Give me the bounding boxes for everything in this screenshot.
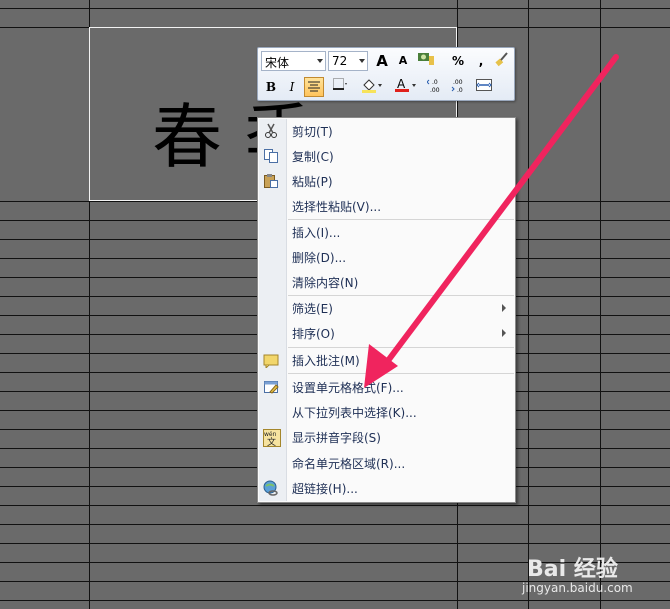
comma-icon: , bbox=[478, 54, 484, 68]
submenu-arrow-icon bbox=[502, 329, 506, 337]
increase-decimal-icon: .0.00 bbox=[426, 79, 440, 94]
menu-item-insert-comment[interactable]: 插入批注(M) bbox=[258, 348, 515, 372]
menu-item-show-phonetic[interactable]: wén 文 显示拼音字段(S) bbox=[258, 425, 515, 449]
menu-item-hyperlink[interactable]: 超链接(H)... bbox=[258, 476, 515, 500]
merge-center-icon bbox=[476, 79, 492, 91]
menu-item-insert[interactable]: 插入(I)... bbox=[258, 220, 515, 244]
menu-item-format-cells[interactable]: 设置单元格格式(F)... bbox=[258, 375, 515, 399]
font-color-icon: A bbox=[395, 77, 416, 92]
italic-button[interactable]: I bbox=[282, 77, 302, 97]
format-painter-icon bbox=[495, 52, 508, 67]
menu-item-paste-special[interactable]: 选择性粘贴(V)... bbox=[258, 194, 515, 218]
copy-icon bbox=[263, 148, 279, 164]
font-name-value: 宋体 bbox=[265, 56, 290, 70]
menu-item-label: 显示拼音字段(S) bbox=[292, 431, 381, 445]
menu-item-label: 粘贴(P) bbox=[292, 175, 333, 189]
scissors-icon bbox=[263, 123, 279, 139]
menu-item-label: 插入批注(M) bbox=[292, 354, 360, 368]
menu-item-label: 设置单元格格式(F)... bbox=[292, 381, 404, 395]
svg-text:.00: .00 bbox=[430, 87, 440, 93]
menu-item-pick-from-list[interactable]: 从下拉列表中选择(K)... bbox=[258, 400, 515, 424]
merge-center-button[interactable] bbox=[474, 77, 494, 97]
font-size-combo[interactable]: 72 bbox=[328, 51, 368, 71]
menu-item-label: 超链接(H)... bbox=[292, 482, 358, 496]
submenu-arrow-icon bbox=[502, 304, 506, 312]
phonetic-icon: wén 文 bbox=[263, 429, 281, 448]
hyperlink-icon bbox=[263, 480, 279, 496]
fill-color-icon bbox=[362, 79, 382, 93]
align-center-button[interactable] bbox=[304, 77, 324, 97]
menu-item-label: 筛选(E) bbox=[292, 302, 333, 316]
format-painter-button[interactable] bbox=[492, 51, 512, 71]
comment-icon bbox=[263, 352, 279, 370]
grow-font-icon: A bbox=[376, 52, 388, 70]
svg-text:.00: .00 bbox=[453, 79, 463, 86]
menu-item-paste[interactable]: 粘贴(P) bbox=[258, 169, 515, 193]
context-menu: 剪切(T) 复制(C) 粘贴(P) 选择性粘贴(V)... 插入(I)... 删… bbox=[257, 117, 516, 503]
menu-separator bbox=[288, 373, 514, 374]
svg-text:.0: .0 bbox=[432, 79, 438, 86]
chevron-down-icon bbox=[359, 59, 365, 63]
menu-item-label: 从下拉列表中选择(K)... bbox=[292, 406, 417, 420]
bold-button[interactable]: B bbox=[261, 77, 281, 97]
menu-item-delete[interactable]: 删除(D)... bbox=[258, 245, 515, 269]
accounting-format-button[interactable] bbox=[416, 51, 436, 71]
borders-button[interactable] bbox=[330, 77, 350, 97]
grow-font-button[interactable]: A bbox=[372, 51, 392, 71]
font-color-button[interactable]: A bbox=[394, 77, 416, 97]
menu-item-label: 删除(D)... bbox=[292, 251, 347, 265]
svg-text:.0: .0 bbox=[457, 87, 463, 93]
chevron-down-icon bbox=[317, 59, 323, 63]
fill-color-button[interactable] bbox=[361, 77, 382, 97]
decrease-decimal-icon: .00.0 bbox=[451, 79, 463, 94]
svg-text:文: 文 bbox=[267, 436, 276, 447]
svg-text:A: A bbox=[397, 77, 406, 91]
bold-icon: B bbox=[265, 80, 277, 94]
align-center-icon bbox=[308, 81, 320, 92]
menu-item-cut[interactable]: 剪切(T) bbox=[258, 119, 515, 143]
menu-item-filter[interactable]: 筛选(E) bbox=[258, 296, 515, 320]
mini-toolbar: 宋体 72 A A % , B I A .0.00 .00.0 bbox=[257, 47, 515, 101]
font-size-value: 72 bbox=[332, 54, 348, 68]
menu-item-label: 复制(C) bbox=[292, 150, 334, 164]
comma-button[interactable]: , bbox=[471, 51, 491, 71]
format-cells-icon bbox=[263, 379, 279, 395]
shrink-font-button[interactable]: A bbox=[393, 51, 413, 71]
decrease-decimal-button[interactable]: .00.0 bbox=[450, 77, 470, 97]
accounting-format-icon bbox=[418, 53, 434, 65]
italic-icon: I bbox=[289, 80, 295, 94]
paste-icon bbox=[263, 173, 279, 189]
menu-item-label: 命名单元格区域(R)... bbox=[292, 457, 406, 471]
watermark-brand: Bai 经验 bbox=[527, 557, 618, 582]
percent-icon: % bbox=[451, 54, 465, 68]
menu-item-sort[interactable]: 排序(O) bbox=[258, 321, 515, 345]
menu-item-label: 剪切(T) bbox=[292, 125, 333, 139]
watermark-url: jingyan.baidu.com bbox=[522, 581, 633, 595]
shrink-font-icon: A bbox=[398, 54, 408, 67]
baidu-watermark: Bai 经验 jingyan.baidu.com bbox=[522, 547, 667, 605]
menu-item-label: 排序(O) bbox=[292, 327, 335, 341]
menu-item-label: 清除内容(N) bbox=[292, 276, 359, 290]
menu-item-label: 选择性粘贴(V)... bbox=[292, 200, 382, 214]
menu-item-copy[interactable]: 复制(C) bbox=[258, 144, 515, 168]
percent-button[interactable]: % bbox=[448, 51, 468, 71]
svg-text:wén: wén bbox=[264, 431, 277, 438]
borders-icon bbox=[333, 78, 347, 90]
menu-item-label: 插入(I)... bbox=[292, 226, 341, 240]
increase-decimal-button[interactable]: .0.00 bbox=[426, 77, 447, 97]
font-name-combo[interactable]: 宋体 bbox=[261, 51, 326, 71]
menu-item-define-name[interactable]: 命名单元格区域(R)... bbox=[258, 451, 515, 475]
menu-item-clear-contents[interactable]: 清除内容(N) bbox=[258, 270, 515, 294]
